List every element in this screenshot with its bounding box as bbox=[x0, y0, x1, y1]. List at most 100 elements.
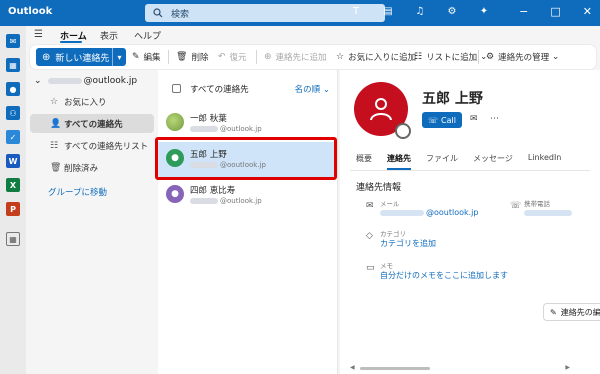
redacted-email bbox=[380, 209, 424, 216]
tab-contact[interactable]: 連絡先 bbox=[387, 153, 411, 170]
apps-icon[interactable]: ▦ bbox=[6, 232, 20, 246]
add-to-favorites-button[interactable]: ☆ お気に入りに追加 bbox=[336, 51, 416, 63]
goto-groups-link[interactable]: グループに移動 bbox=[30, 182, 154, 201]
tag-icon: ◇ bbox=[366, 231, 373, 241]
chevron-down-icon[interactable]: ▾ bbox=[112, 48, 126, 66]
lightbulb-icon[interactable]: ✦ bbox=[478, 5, 490, 17]
calendar-note-icon[interactable]: ▤ bbox=[382, 5, 394, 17]
todo-icon[interactable]: ✓ bbox=[6, 130, 20, 144]
add-to-contacts-button[interactable]: ⊕ 連絡先に追加 bbox=[264, 51, 327, 63]
add-person-icon: ⊕ bbox=[264, 52, 272, 62]
maximize-icon[interactable]: □ bbox=[550, 5, 560, 18]
delete-label: 削除 bbox=[191, 53, 209, 63]
minimize-icon[interactable]: − bbox=[519, 5, 528, 18]
gear-icon[interactable]: ⚙ bbox=[446, 5, 458, 17]
call-button[interactable]: ☏ Call bbox=[422, 112, 462, 128]
contact-row-selected[interactable]: ● 五郎 上野 @ooutlook.jp bbox=[158, 142, 336, 178]
mail-icon[interactable]: ✉ bbox=[470, 114, 478, 124]
more-icon[interactable]: ⋯ bbox=[490, 114, 499, 124]
people-icon[interactable]: ● bbox=[6, 82, 20, 96]
folder-label: 削除済み bbox=[64, 163, 99, 174]
contact-email: @outlook.jp bbox=[190, 125, 262, 133]
star-icon: ☆ bbox=[50, 96, 59, 107]
new-contact-button[interactable]: ⊕ 新しい連絡先 ▾ bbox=[36, 48, 126, 66]
contact-list: すべての連絡先 名の順 ⌄ 一郎 秋葉 @outlook.jp ● 五郎 上野 … bbox=[158, 70, 338, 374]
titlebar-icons: T ▤ ♫ ⚙ ✦ bbox=[350, 5, 490, 17]
star-icon: ☆ bbox=[336, 52, 345, 62]
chevron-down-icon: ⌄ bbox=[322, 85, 330, 95]
contact-row[interactable]: 一郎 秋葉 @outlook.jp bbox=[158, 106, 336, 142]
tab-help[interactable]: ヘルプ bbox=[134, 29, 161, 42]
edit-contact-button[interactable]: ✎ 連絡先の編 bbox=[543, 303, 600, 321]
detail-tabs: 概要 連絡先 ファイル メッセージ LinkedIn bbox=[356, 153, 576, 170]
app-title: Outlook bbox=[8, 6, 53, 17]
folder-all-contacts[interactable]: 👤 すべての連絡先 bbox=[30, 114, 154, 133]
contact-name: 五郎 上野 bbox=[190, 150, 227, 160]
mail-icon: ✉ bbox=[366, 201, 374, 211]
trash-icon: 🗑 bbox=[50, 162, 62, 173]
scroll-thumb[interactable] bbox=[360, 367, 430, 370]
word-icon[interactable]: W bbox=[6, 154, 20, 168]
trash-icon: 🗑 bbox=[176, 52, 188, 62]
delete-button[interactable]: 🗑 削除 bbox=[176, 51, 208, 63]
sort-dropdown[interactable]: 名の順 ⌄ bbox=[295, 83, 330, 95]
groups-icon[interactable]: ⚇ bbox=[6, 106, 20, 120]
category-field: ◇ カテゴリ カテゴリを追加 bbox=[366, 228, 506, 250]
email-value[interactable]: @ooutlook.jp bbox=[380, 208, 478, 217]
restore-label: 復元 bbox=[229, 53, 247, 63]
tab-overview[interactable]: 概要 bbox=[356, 153, 372, 164]
memo-label: メモ bbox=[380, 262, 393, 270]
contact-avatar bbox=[354, 82, 411, 139]
excel-icon[interactable]: X bbox=[6, 178, 20, 192]
account-header[interactable]: ⌄ @outlook.jp bbox=[34, 76, 137, 86]
tab-view[interactable]: 表示 bbox=[100, 29, 118, 42]
account-label: @outlook.jp bbox=[83, 76, 138, 86]
contact-list-header: すべての連絡先 名の順 ⌄ bbox=[158, 70, 338, 104]
folder-favorites[interactable]: ☆ お気に入り bbox=[30, 92, 154, 111]
email-suffix: @ooutlook.jp bbox=[426, 208, 479, 217]
tab-linkedin[interactable]: LinkedIn bbox=[528, 153, 562, 164]
phone-value[interactable] bbox=[524, 208, 574, 217]
add-category-link[interactable]: カテゴリを追加 bbox=[380, 238, 436, 249]
ribbon-divider bbox=[168, 50, 169, 64]
restore-button[interactable]: ↶ 復元 bbox=[218, 51, 247, 63]
add-to-list-button[interactable]: ☷ リストに追加 ⌄ bbox=[414, 51, 487, 63]
chevron-down-icon: ⌄ bbox=[552, 52, 560, 62]
redacted-email bbox=[190, 126, 218, 132]
bell-icon[interactable]: ♫ bbox=[414, 5, 426, 17]
add-to-contacts-label: 連絡先に追加 bbox=[275, 53, 327, 63]
active-tab-indicator bbox=[60, 41, 82, 43]
phone-icon: ☏ bbox=[510, 201, 522, 211]
mail-icon[interactable]: ✉ bbox=[6, 34, 20, 48]
ribbon: ⊕ 新しい連絡先 ▾ ✎ 編集 🗑 削除 ↶ 復元 ⊕ 連絡先に追加 ☆ お気に… bbox=[30, 45, 596, 69]
menu-bar: ☰ ホーム 表示 ヘルプ bbox=[26, 26, 600, 44]
new-contact-label: 新しい連絡先 bbox=[55, 53, 110, 64]
email-suffix: @outlook.jp bbox=[220, 197, 262, 205]
scroll-right-icon[interactable]: ▶ bbox=[565, 364, 570, 371]
powerpoint-icon[interactable]: P bbox=[6, 202, 20, 216]
people-list-icon: ☷ bbox=[50, 140, 59, 151]
edit-button[interactable]: ✎ 編集 bbox=[132, 51, 161, 63]
memo-field: ▭ メモ 自分だけのメモをここに追加します bbox=[366, 260, 536, 282]
hamburger-icon[interactable]: ☰ bbox=[34, 29, 43, 40]
horizontal-scrollbar[interactable]: ◀ ▶ bbox=[350, 364, 570, 371]
teams-icon[interactable]: T bbox=[350, 5, 362, 17]
edit-label: 編集 bbox=[143, 53, 161, 63]
search-box[interactable]: 検索 bbox=[145, 4, 385, 22]
add-memo-link[interactable]: 自分だけのメモをここに追加します bbox=[380, 270, 508, 281]
search-placeholder: 検索 bbox=[171, 9, 190, 20]
add-person-icon: ⊕ bbox=[42, 51, 51, 63]
tab-messages[interactable]: メッセージ bbox=[473, 153, 513, 164]
tab-files[interactable]: ファイル bbox=[426, 153, 458, 164]
close-icon[interactable]: ✕ bbox=[583, 5, 592, 18]
scroll-left-icon[interactable]: ◀ bbox=[350, 364, 355, 371]
redacted-phone bbox=[524, 209, 572, 216]
folder-deleted[interactable]: 🗑 削除済み bbox=[30, 158, 154, 177]
calendar-icon[interactable]: ▦ bbox=[6, 58, 20, 72]
folder-all-contact-lists[interactable]: ☷ すべての連絡先リスト bbox=[30, 136, 154, 155]
edit-contact-label: 連絡先の編 bbox=[560, 307, 600, 317]
select-all-checkbox[interactable] bbox=[172, 84, 181, 93]
manage-contacts-button[interactable]: ⚙ 連絡先の管理 ⌄ bbox=[486, 51, 559, 63]
ribbon-divider bbox=[478, 50, 479, 64]
contact-row[interactable]: ● 四郎 恵比寿 @outlook.jp bbox=[158, 178, 336, 214]
